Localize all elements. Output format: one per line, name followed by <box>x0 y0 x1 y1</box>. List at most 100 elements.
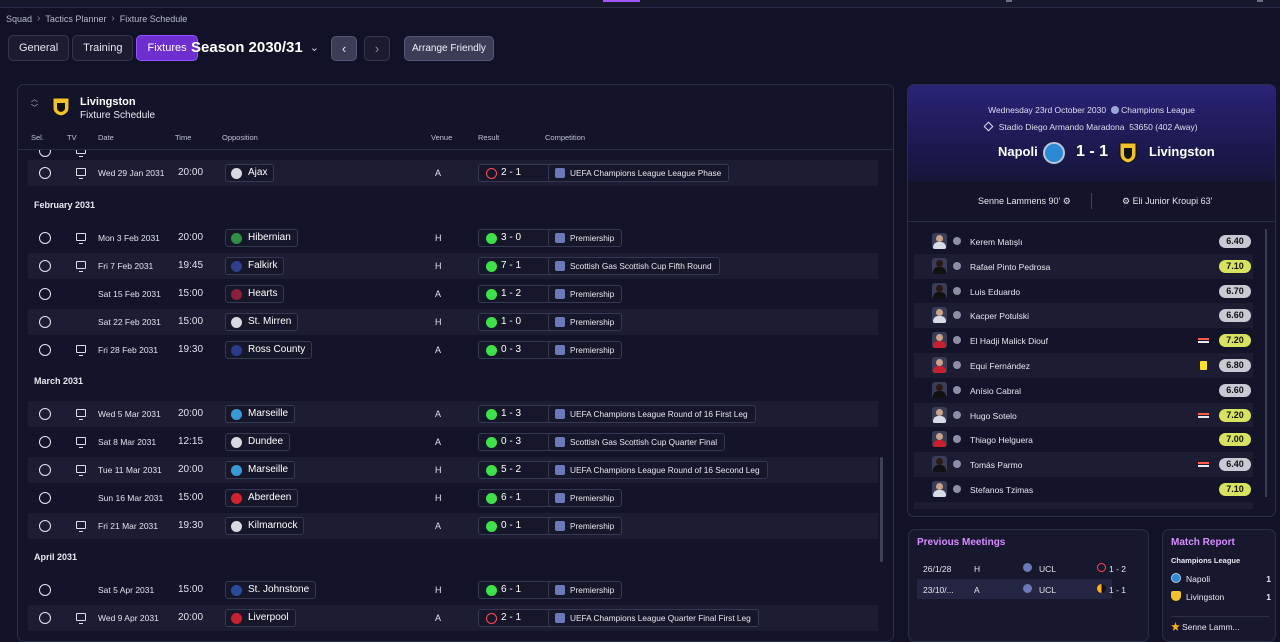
player-row[interactable]: Kacper Potulski 6.60 <box>914 303 1253 329</box>
competition-chip[interactable]: Scottish Gas Scottish Cup Fifth Round <box>548 257 720 275</box>
competition-chip[interactable]: Premiership <box>548 313 623 331</box>
fixture-row[interactable]: Sat 8 Mar 2031 12:15 Dundee A 0 - 3 Scottish … <box>28 429 878 455</box>
result-chip[interactable]: 5 - 2 <box>478 461 554 479</box>
fixture-row[interactable]: Fri 21 Mar 2031 19:30 Kilmarnock A 0 - 1 Prem… <box>28 513 878 539</box>
fixture-row[interactable]: Sun 16 Mar 2031 15:00 Aberdeen H 6 - 1 Premie… <box>28 485 878 511</box>
competition-chip[interactable]: Premiership <box>548 285 623 303</box>
select-radio[interactable] <box>39 167 51 179</box>
opponent-chip[interactable]: Liverpool <box>225 609 296 627</box>
competition-chip[interactable]: UEFA Champions League Round of 16 First … <box>548 405 756 423</box>
opponent-chip[interactable]: Hibernian <box>225 229 298 247</box>
select-radio[interactable] <box>39 584 51 596</box>
fixture-row-partial[interactable] <box>28 636 878 641</box>
fixture-row[interactable]: Tue 11 Mar 2031 20:00 Marseille H 5 - 2 UEFA … <box>28 457 878 483</box>
player-row[interactable]: Tomás Parmo 6.40 <box>914 452 1253 477</box>
competition-chip[interactable]: Premiership <box>548 489 623 507</box>
select-radio[interactable] <box>39 344 51 356</box>
select-radio[interactable] <box>39 408 51 420</box>
fixture-row[interactable]: Wed 5 Mar 2031 20:00 Marseille A 1 - 3 UEFA C… <box>28 401 878 427</box>
opponent-chip[interactable]: Kilmarnock <box>225 517 305 535</box>
result-chip[interactable]: 7 - 1 <box>478 257 554 275</box>
col-opposition[interactable]: Opposition <box>222 133 258 142</box>
meeting-row[interactable]: 26/1/28 H UCL 1 - 2 <box>917 558 1126 578</box>
breadcrumb-squad[interactable]: Squad <box>6 14 32 24</box>
breadcrumb-tactics-planner[interactable]: Tactics Planner <box>45 14 106 24</box>
col-competition[interactable]: Competition <box>545 133 585 142</box>
select-radio[interactable] <box>39 520 51 532</box>
col-tv[interactable]: TV <box>67 133 77 142</box>
next-button[interactable]: › <box>364 36 390 61</box>
player-row[interactable]: El Hadji Malick Diouf 7.20 <box>914 328 1253 353</box>
fixture-row[interactable]: Sat 22 Feb 2031 15:00 St. Mirren H 1 - 0 Prem… <box>28 309 878 335</box>
col-result[interactable]: Result <box>478 133 499 142</box>
competition-chip[interactable]: UEFA Champions League Quarter Final Firs… <box>548 609 759 627</box>
fixture-row[interactable]: Wed 29 Jan 2031 20:00 Ajax A 2 - 1 UEFA Champ… <box>28 160 878 186</box>
select-radio[interactable] <box>39 492 51 504</box>
fixture-row[interactable]: Fri 7 Feb 2031 19:45 Falkirk H 7 - 1 Scottish… <box>28 253 878 279</box>
player-row[interactable]: Hugo Sotelo 7.20 <box>914 402 1253 428</box>
col-venue[interactable]: Venue <box>431 133 452 142</box>
result-chip[interactable]: 0 - 3 <box>478 433 554 451</box>
competition-chip[interactable]: Scottish Gas Scottish Cup Quarter Final <box>548 433 726 451</box>
opponent-chip[interactable]: Falkirk <box>225 257 285 275</box>
select-radio[interactable] <box>39 150 51 157</box>
fixture-row[interactable]: Mon 3 Feb 2031 20:00 Hibernian H 3 - 0 Premie… <box>28 225 878 251</box>
previous-button[interactable]: ‹ <box>331 36 357 61</box>
arrange-friendly-button[interactable]: Arrange Friendly <box>404 36 494 61</box>
competition-chip[interactable]: Premiership <box>548 517 623 535</box>
col-time[interactable]: Time <box>175 133 191 142</box>
opponent-chip[interactable]: Hearts <box>225 285 285 303</box>
fixture-row[interactable]: Wed 9 Apr 2031 20:00 Liverpool A 2 - 1 UEFA C… <box>28 605 878 631</box>
select-radio[interactable] <box>39 316 51 328</box>
opponent-chip[interactable]: Ajax <box>225 164 275 182</box>
meeting-row[interactable]: 23/10/... A UCL 1 - 1 <box>917 579 1126 599</box>
result-chip[interactable]: 2 - 1 <box>478 164 554 182</box>
result-chip[interactable]: 6 - 1 <box>478 489 554 507</box>
result-chip[interactable]: 1 - 0 <box>478 313 554 331</box>
col-sel[interactable]: Sel. <box>31 133 44 142</box>
tab-general[interactable]: General <box>8 35 70 61</box>
opponent-chip[interactable]: St. Johnstone <box>225 581 317 599</box>
player-row[interactable]: Kerem Matışlı 6.40 <box>914 229 1253 254</box>
result-chip[interactable]: 0 - 3 <box>478 341 554 359</box>
competition-chip[interactable]: UEFA Champions League League Phase <box>548 164 730 182</box>
result-chip[interactable]: 1 - 3 <box>478 405 554 423</box>
previous-meetings-title[interactable]: Previous Meetings <box>917 537 1005 548</box>
player-row[interactable]: Luis Eduardo 6.70 <box>914 279 1253 304</box>
player-row-partial[interactable] <box>914 501 1253 509</box>
opponent-chip[interactable]: Marseille <box>225 461 296 479</box>
fixture-row[interactable]: Fri 28 Feb 2031 19:30 Ross County A 0 - 3 Pre… <box>28 337 878 363</box>
competition-chip[interactable]: Premiership <box>548 581 623 599</box>
tab-training[interactable]: Training <box>72 35 134 61</box>
opponent-chip[interactable]: Dundee <box>225 433 291 451</box>
competition-chip[interactable]: Premiership <box>548 341 623 359</box>
opponent-chip[interactable]: Marseille <box>225 405 296 423</box>
select-radio[interactable] <box>39 612 51 624</box>
player-row[interactable]: Equi Fernández 6.80 <box>914 352 1253 378</box>
home-team[interactable]: Napoli <box>998 144 1038 159</box>
season-selector[interactable]: Season 2030/31 ⌄ <box>191 39 319 56</box>
col-date[interactable]: Date <box>98 133 114 142</box>
match-report-title[interactable]: Match Report <box>1171 537 1235 548</box>
select-radio[interactable] <box>39 464 51 476</box>
collapse-toggle-icon[interactable]: ︿ ﹀ <box>31 95 38 113</box>
select-radio[interactable] <box>39 232 51 244</box>
player-row[interactable]: Rafael Pinto Pedrosa 7.10 <box>914 253 1253 279</box>
fixture-row[interactable]: Sat 5 Apr 2031 15:00 St. Johnstone H 6 - 1 Pr… <box>28 577 878 603</box>
result-chip[interactable]: 6 - 1 <box>478 581 554 599</box>
result-chip[interactable]: 1 - 2 <box>478 285 554 303</box>
opponent-chip[interactable]: Ross County <box>225 341 313 359</box>
competition-chip[interactable]: UEFA Champions League Round of 16 Second… <box>548 461 768 479</box>
player-row[interactable]: Anísio Cabral 6.60 <box>914 378 1253 403</box>
result-chip[interactable]: 0 - 1 <box>478 517 554 535</box>
away-team[interactable]: Livingston <box>1149 144 1215 159</box>
result-chip[interactable]: 2 - 1 <box>478 609 554 627</box>
scrollbar[interactable] <box>880 457 883 562</box>
select-radio[interactable] <box>39 260 51 272</box>
scrollbar[interactable] <box>1265 229 1267 497</box>
opponent-chip[interactable]: Aberdeen <box>225 489 299 507</box>
result-chip[interactable]: 3 - 0 <box>478 229 554 247</box>
opponent-chip[interactable]: St. Mirren <box>225 313 299 331</box>
tab-fixtures[interactable]: Fixtures <box>136 35 198 61</box>
player-row[interactable]: Stefanos Tzimas 7.10 <box>914 477 1253 502</box>
